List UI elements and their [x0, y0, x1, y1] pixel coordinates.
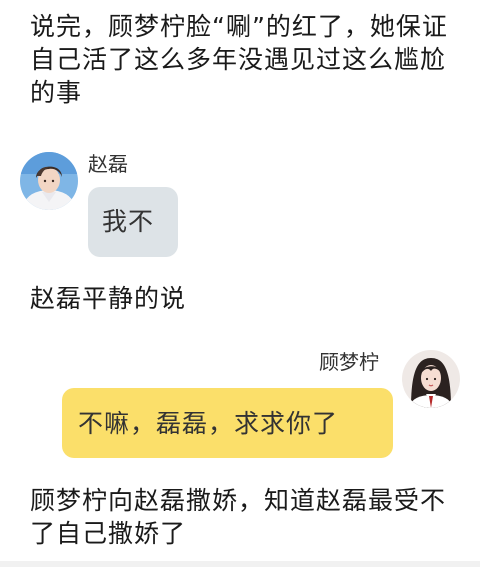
sender-name-right: 顾梦柠: [319, 350, 379, 374]
narration-text-3: 顾梦柠向赵磊撒娇，知道赵磊最受不了自己撒娇了: [30, 486, 447, 548]
message-bubble-right[interactable]: 不嘛，磊磊，求求你了: [62, 388, 393, 458]
sender-name-left: 赵磊: [88, 152, 128, 176]
narration-text-1: 说完，顾梦柠脸“唰”的红了，她保证自己活了这么多年没遇见过这么尴尬的事: [30, 12, 448, 107]
bottom-divider: [0, 561, 480, 567]
message-text-left: 我不: [102, 207, 155, 236]
message-text-right: 不嘛，磊磊，求求你了: [78, 409, 339, 438]
avatar-male-icon: [20, 152, 78, 210]
narration-text-2: 赵磊平静的说: [30, 284, 187, 313]
avatar-zhao-lei[interactable]: [20, 152, 78, 210]
avatar-female-icon: [402, 350, 460, 408]
message-bubble-left[interactable]: 我不: [88, 187, 178, 257]
avatar-gu-meng-ning[interactable]: [402, 350, 460, 408]
